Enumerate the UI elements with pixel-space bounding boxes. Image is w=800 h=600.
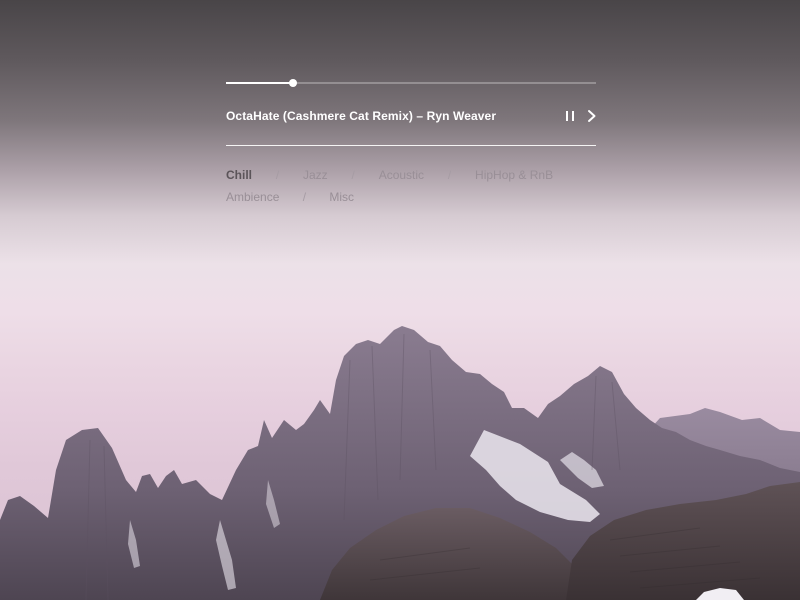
- genre-row: Ambience / Misc: [226, 190, 606, 212]
- genre-row: Chill / Jazz / Acoustic / HipHop & RnB: [226, 168, 606, 190]
- divider: [226, 145, 596, 146]
- pause-icon: [566, 111, 574, 121]
- track-title: OctaHate (Cashmere Cat Remix) – Ryn Weav…: [226, 109, 497, 123]
- now-playing: OctaHate (Cashmere Cat Remix) – Ryn Weav…: [226, 107, 596, 127]
- progress-knob[interactable]: [288, 79, 297, 87]
- music-player-page: { "player": { "progress": 0.18, "track_t…: [0, 0, 800, 600]
- next-button[interactable]: [585, 109, 599, 123]
- genre-separator: /: [275, 168, 280, 182]
- genre-hiphop-rnb[interactable]: HipHop & RnB: [475, 168, 553, 182]
- progress-fill: [226, 82, 293, 84]
- genre-misc[interactable]: Misc: [329, 190, 354, 204]
- genre-ambience[interactable]: Ambience: [226, 190, 279, 204]
- genre-list: Chill / Jazz / Acoustic / HipHop & RnB Ambienc…: [226, 168, 606, 212]
- genre-separator: /: [302, 190, 307, 204]
- pause-button[interactable]: [563, 109, 577, 123]
- genre-acoustic[interactable]: Acoustic: [379, 168, 424, 182]
- genre-separator: /: [351, 168, 355, 182]
- mountain-background: [0, 326, 800, 600]
- chevron-right-icon: [588, 110, 596, 122]
- genre-chill[interactable]: Chill: [226, 168, 252, 182]
- genre-separator: /: [447, 168, 452, 182]
- progress-bar[interactable]: [226, 79, 596, 87]
- genre-jazz[interactable]: Jazz: [303, 168, 328, 182]
